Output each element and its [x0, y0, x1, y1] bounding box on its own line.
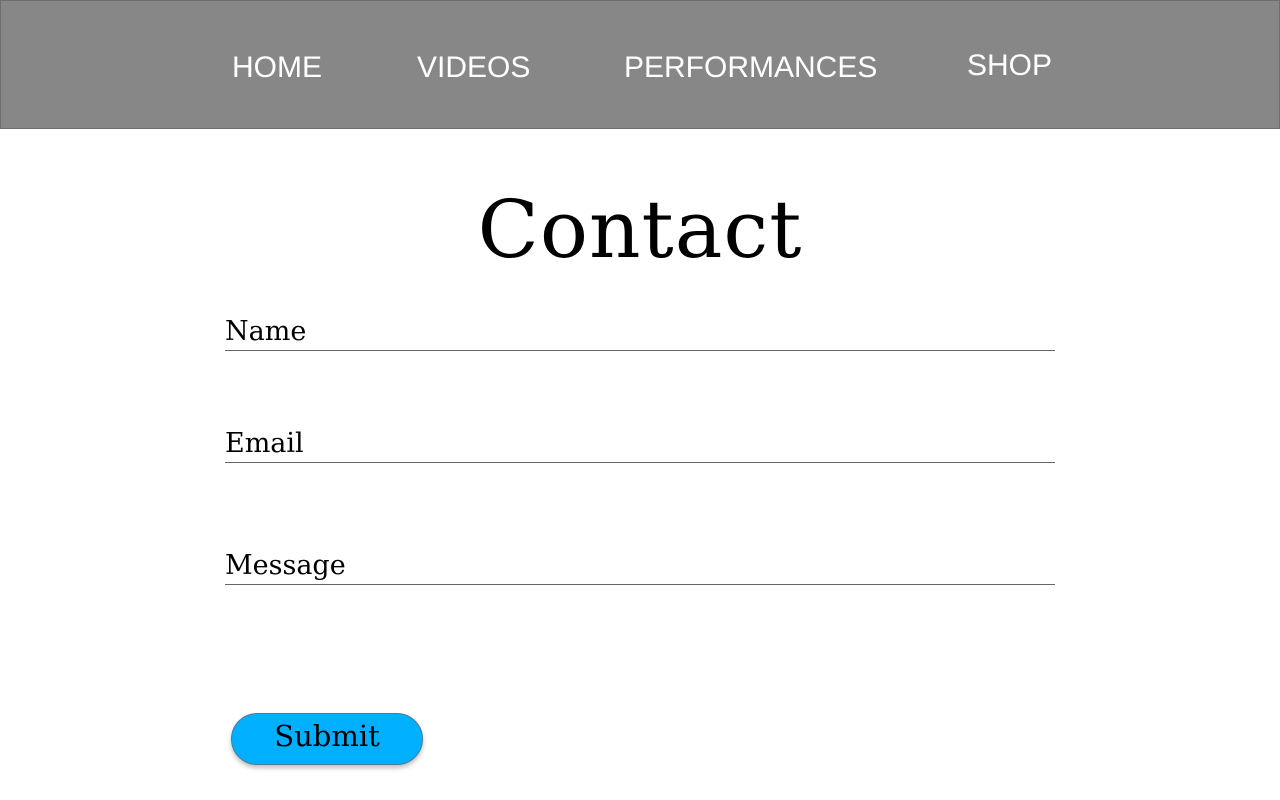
email-field[interactable]: Email: [225, 418, 1055, 463]
nav-item-home[interactable]: HOME: [232, 51, 322, 85]
message-field-label: Message: [225, 550, 346, 581]
nav-item-shop[interactable]: SHOP: [967, 49, 1052, 83]
page-title: Contact: [477, 183, 803, 276]
top-navigation-bar: HOME VIDEOS PERFORMANCES SHOP: [0, 0, 1280, 129]
name-field[interactable]: Name: [225, 310, 1055, 351]
message-field[interactable]: Message: [225, 534, 1055, 585]
email-field-label: Email: [225, 428, 304, 459]
nav-item-videos[interactable]: VIDEOS: [417, 51, 530, 85]
submit-button[interactable]: Submit: [231, 713, 423, 765]
nav-item-performances[interactable]: PERFORMANCES: [624, 51, 877, 85]
name-field-label: Name: [225, 316, 307, 347]
